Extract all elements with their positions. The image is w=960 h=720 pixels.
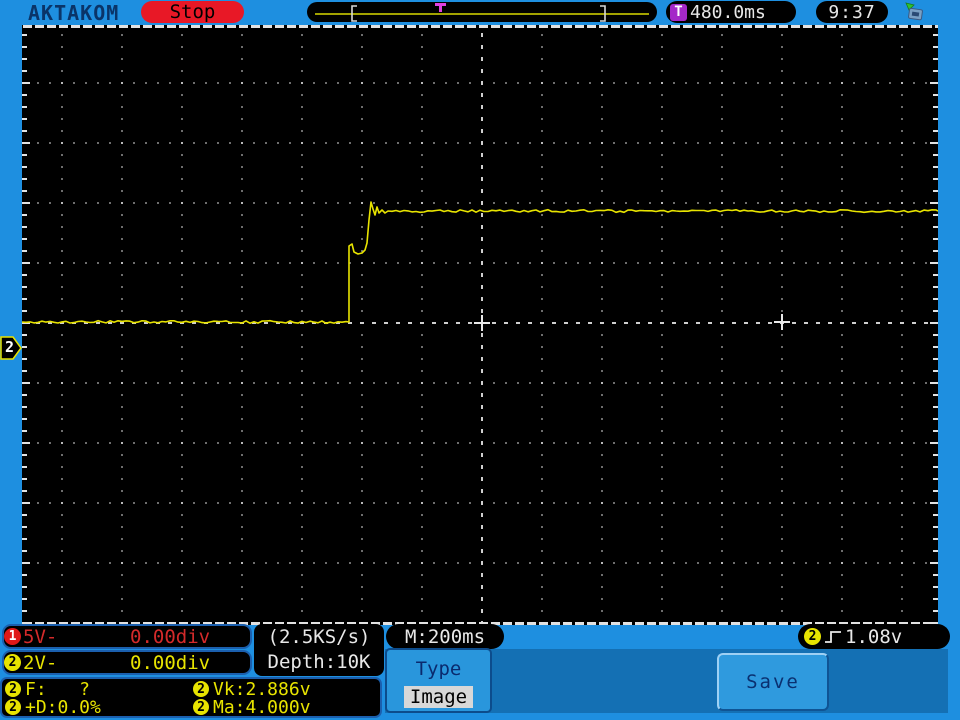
measurement-duty: 2 +D:0.0% bbox=[5, 696, 193, 718]
measurement-text: +D:0.0% bbox=[25, 696, 101, 718]
timebase-readout: M:200ms bbox=[386, 624, 504, 649]
run-state-badge[interactable]: Stop bbox=[141, 1, 244, 23]
waveform-display bbox=[21, 25, 944, 625]
timebase-value: M:200ms bbox=[404, 625, 486, 648]
usb-device-icon bbox=[905, 2, 923, 21]
trigger-level-value: 1.08v bbox=[845, 625, 903, 648]
clock-readout: 9:37 bbox=[816, 1, 888, 23]
brand-logo: AKTAKOM bbox=[28, 1, 120, 25]
save-button[interactable]: Save bbox=[717, 653, 829, 711]
oscilloscope-screen: AKTAKOM Stop T 480.0ms 9:37 2 1 5V- 0.00… bbox=[0, 0, 960, 720]
measurement-ch-badge-icon: 2 bbox=[193, 699, 209, 715]
trigger-t-marker-icon bbox=[435, 3, 446, 12]
sample-rate: (2.5KS/s) bbox=[267, 626, 371, 648]
measurement-frequency: 2 F: ? bbox=[5, 679, 193, 700]
channel2-offset: 0.00div bbox=[130, 651, 211, 674]
trigger-time-value: 480.0ms bbox=[690, 1, 766, 23]
memory-depth: Depth:10K bbox=[267, 651, 371, 673]
trigger-position-graphic bbox=[315, 3, 649, 22]
measurements-box: 2 F: ? 2 Vk:2.886v 2 +D:0.0% 2 Ma:4.000v bbox=[0, 677, 382, 718]
run-state-label: Stop bbox=[169, 1, 216, 23]
channel2-scale: 2V- bbox=[23, 651, 58, 674]
type-label: Type bbox=[415, 658, 462, 680]
save-button-label: Save bbox=[746, 671, 800, 693]
channel2-position-marker[interactable]: 2 bbox=[0, 336, 23, 360]
trigger-level-readout: 2 1.08v bbox=[798, 624, 950, 649]
channel1-offset: 0.00div bbox=[130, 625, 211, 648]
trigger-channel-badge-icon: 2 bbox=[804, 628, 821, 645]
measurement-ch-badge-icon: 2 bbox=[5, 699, 21, 715]
measurement-ch-badge-icon: 2 bbox=[5, 681, 21, 697]
graticule-and-trace bbox=[21, 25, 944, 625]
measurement-text: Ma:4.000v bbox=[213, 696, 311, 718]
trigger-position-bar[interactable] bbox=[307, 2, 657, 22]
channel1-status-box[interactable]: 1 5V- 0.00div bbox=[2, 624, 252, 649]
channel2-marker-label: 2 bbox=[5, 338, 15, 356]
measurement-ch-badge-icon: 2 bbox=[193, 681, 209, 697]
trigger-time-readout: T 480.0ms bbox=[666, 1, 796, 23]
channel1-scale: 5V- bbox=[23, 625, 58, 648]
type-selected-value[interactable]: Image bbox=[403, 686, 474, 708]
trigger-t-icon: T bbox=[670, 3, 687, 21]
channel1-badge-icon: 1 bbox=[4, 628, 21, 645]
channel2-status-box[interactable]: 2 2V- 0.00div bbox=[2, 650, 252, 675]
channel2-badge-icon: 2 bbox=[4, 654, 21, 671]
clock-value: 9:37 bbox=[828, 1, 876, 23]
rising-edge-icon bbox=[825, 631, 841, 643]
type-menu-button[interactable]: Type Image bbox=[385, 648, 492, 713]
measurement-max: 2 Ma:4.000v bbox=[193, 696, 380, 718]
acquire-info-box: (2.5KS/s) Depth:10K bbox=[254, 624, 384, 676]
measurement-vk: 2 Vk:2.886v bbox=[193, 679, 380, 700]
